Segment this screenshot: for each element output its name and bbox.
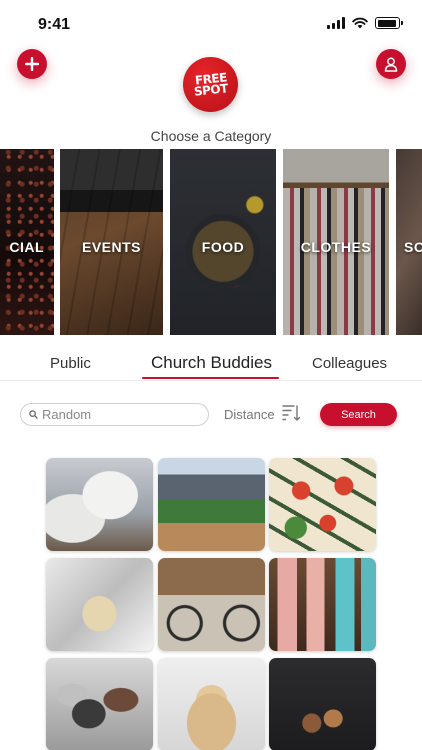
category-card-events[interactable]: EVENTS bbox=[60, 149, 163, 335]
tab-divider bbox=[0, 380, 422, 381]
item-card-baseball[interactable] bbox=[158, 458, 265, 551]
category-label: FOOD bbox=[201, 239, 245, 255]
wifi-icon bbox=[352, 17, 368, 29]
status-time: 9:41 bbox=[38, 16, 71, 33]
sort-descending-icon[interactable] bbox=[282, 404, 301, 422]
category-card-clothes[interactable]: CLOTHES bbox=[283, 149, 389, 335]
item-card-toiletries[interactable] bbox=[269, 558, 376, 651]
search-field[interactable] bbox=[20, 403, 209, 426]
free-spot-logo: FREE SPOT bbox=[183, 57, 238, 112]
category-card-next[interactable]: SO bbox=[396, 149, 422, 335]
category-label: CLOTHES bbox=[300, 239, 372, 255]
category-label: SO bbox=[404, 239, 422, 255]
category-heading: Choose a Category bbox=[150, 128, 272, 144]
item-card-bicycle[interactable] bbox=[158, 558, 265, 651]
search-icon bbox=[29, 410, 38, 419]
add-button[interactable] bbox=[17, 49, 47, 79]
item-card-appetizers[interactable] bbox=[269, 458, 376, 551]
active-tab-indicator bbox=[142, 377, 279, 379]
tab-public[interactable]: Public bbox=[50, 355, 91, 372]
cellular-signal-icon bbox=[327, 17, 345, 29]
status-bar: 9:41 bbox=[0, 0, 422, 48]
search-input[interactable] bbox=[42, 407, 192, 422]
battery-icon bbox=[375, 17, 403, 29]
profile-button[interactable] bbox=[376, 49, 406, 79]
item-card-shoes[interactable] bbox=[46, 658, 153, 750]
item-card-perfume[interactable] bbox=[46, 558, 153, 651]
status-icons bbox=[327, 17, 403, 29]
item-card-candles[interactable] bbox=[269, 658, 376, 750]
category-card-social[interactable]: CIAL bbox=[0, 149, 54, 335]
logo-text-line2: SPOT bbox=[192, 80, 228, 99]
item-card-sneakers[interactable] bbox=[46, 458, 153, 551]
plus-icon bbox=[25, 57, 39, 71]
category-label: EVENTS bbox=[81, 239, 141, 255]
tab-colleagues[interactable]: Colleagues bbox=[312, 355, 387, 372]
item-card-hats[interactable] bbox=[158, 658, 265, 750]
tab-church-buddies[interactable]: Church Buddies bbox=[151, 353, 272, 373]
category-carousel[interactable]: CIAL EVENTS FOOD CLOTHES SO bbox=[0, 149, 422, 335]
category-card-food[interactable]: FOOD bbox=[170, 149, 276, 335]
category-label: CIAL bbox=[9, 239, 44, 255]
distance-sort-label[interactable]: Distance bbox=[224, 407, 275, 422]
user-icon bbox=[384, 57, 398, 72]
search-button[interactable]: Search bbox=[320, 403, 397, 426]
